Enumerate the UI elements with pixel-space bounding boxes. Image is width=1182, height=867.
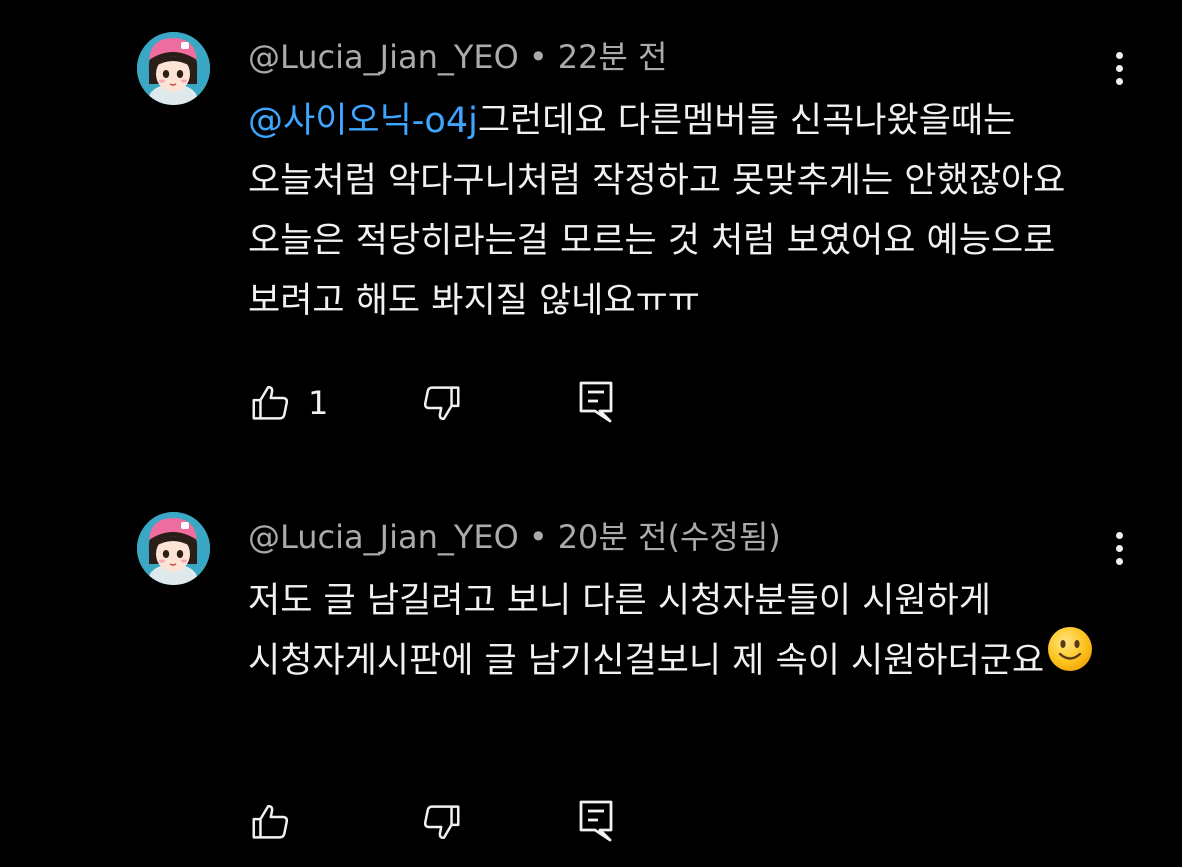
mention-link[interactable]: @사이오닉-o4j bbox=[248, 101, 478, 141]
more-vert-icon[interactable] bbox=[1104, 526, 1134, 570]
avatar-image bbox=[137, 32, 210, 105]
comment-body: 저도 글 남길려고 보니 다른 시청자분들이 시원하게 시청자게시판에 글 남기… bbox=[248, 581, 1045, 681]
kebab-dot bbox=[1115, 64, 1123, 72]
dislike-button[interactable] bbox=[418, 799, 464, 845]
avatar[interactable] bbox=[137, 32, 210, 105]
comment-meta: @Lucia_Jian_YEO • 20분 전(수정됨) bbox=[248, 517, 781, 557]
comment-text: @사이오닉-o4j그런데요 다른멤버들 신곡나왔을때는 오늘처럼 악다구니처럼 … bbox=[248, 91, 1108, 331]
dislike-button[interactable] bbox=[418, 380, 464, 426]
author-name[interactable]: @Lucia_Jian_YEO bbox=[248, 518, 519, 556]
author-name[interactable]: @Lucia_Jian_YEO bbox=[248, 38, 519, 76]
reply-icon bbox=[579, 381, 613, 423]
slightly-smiling-face-icon bbox=[1046, 625, 1094, 692]
kebab-dot bbox=[1115, 77, 1123, 85]
more-vert-icon[interactable] bbox=[1104, 46, 1134, 90]
reply-button[interactable] bbox=[575, 797, 617, 845]
meta-separator: • bbox=[528, 38, 548, 76]
like-count: 1 bbox=[308, 384, 329, 422]
comment-time: 22분 전 bbox=[557, 38, 668, 76]
thumb-up-icon bbox=[252, 385, 289, 420]
reply-button[interactable] bbox=[575, 378, 617, 426]
kebab-dot bbox=[1115, 531, 1123, 539]
like-button[interactable] bbox=[248, 799, 308, 845]
like-button[interactable]: 1 bbox=[248, 380, 328, 426]
thumb-up-icon bbox=[252, 804, 289, 839]
avatar[interactable] bbox=[137, 512, 210, 585]
kebab-dot bbox=[1115, 51, 1123, 59]
avatar-image bbox=[137, 512, 210, 585]
comment-text: 저도 글 남길려고 보니 다른 시청자분들이 시원하게 시청자게시판에 글 남기… bbox=[248, 571, 1108, 692]
thumb-down-icon bbox=[423, 805, 460, 840]
meta-separator: • bbox=[528, 518, 548, 556]
reply-icon bbox=[579, 800, 613, 842]
kebab-dot bbox=[1115, 557, 1123, 565]
comment-time: 20분 전(수정됨) bbox=[557, 518, 781, 556]
kebab-dot bbox=[1115, 544, 1123, 552]
thumb-down-icon bbox=[423, 386, 460, 421]
comment-meta: @Lucia_Jian_YEO • 22분 전 bbox=[248, 37, 667, 77]
